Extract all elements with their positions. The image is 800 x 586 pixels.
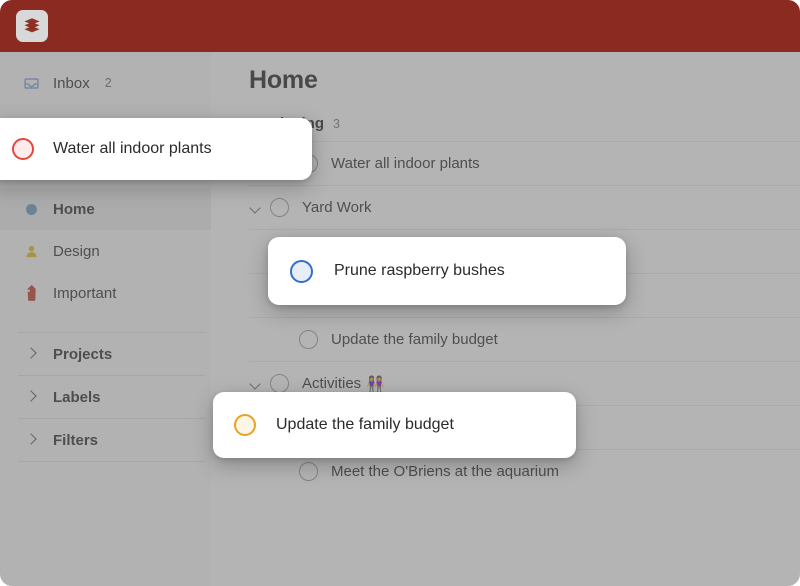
sidebar-item-label: Labels bbox=[53, 388, 101, 406]
chevron-down-icon[interactable] bbox=[249, 201, 263, 215]
highlight-card-prune-raspberry-bushes[interactable]: Prune raspberry bushes bbox=[268, 237, 626, 305]
sidebar-divider bbox=[18, 461, 205, 462]
task-checkbox-circle-icon[interactable] bbox=[270, 374, 289, 393]
sidebar-item-inbox[interactable]: Inbox 2 bbox=[0, 62, 211, 104]
highlight-card-label: Prune raspberry bushes bbox=[334, 262, 505, 279]
sidebar-item-label: Filters bbox=[53, 431, 99, 449]
task-checkbox-circle-icon[interactable] bbox=[299, 462, 318, 481]
page-title: Home bbox=[249, 66, 318, 94]
task-checkbox-circle-icon[interactable] bbox=[290, 259, 313, 283]
highlight-card-label: Water all indoor plants bbox=[53, 140, 212, 157]
section-header-gardening: Gardening 3 bbox=[249, 115, 800, 141]
task-label: Activities bbox=[302, 375, 362, 392]
blue-dot-icon bbox=[22, 200, 40, 218]
sidebar-item-filters[interactable]: Filters bbox=[0, 419, 211, 461]
sidebar-item-label: Projects bbox=[53, 345, 113, 363]
sidebar-item-count: 2 bbox=[104, 76, 112, 90]
task-label: Update the family budget bbox=[331, 331, 498, 348]
highlight-card-water-all-indoor-plants[interactable]: Water all indoor plants bbox=[0, 118, 312, 180]
family-emoji-icon: 👭 bbox=[366, 375, 385, 393]
sidebar-item-labels[interactable]: Labels bbox=[0, 376, 211, 418]
task-checkbox-circle-icon[interactable] bbox=[270, 198, 289, 217]
task-label: Water all indoor plants bbox=[331, 155, 480, 172]
sidebar-item-projects[interactable]: Projects bbox=[0, 333, 211, 375]
person-icon bbox=[22, 242, 40, 260]
sidebar-item-label: Design bbox=[53, 242, 100, 260]
chevron-right-icon[interactable] bbox=[22, 431, 40, 449]
task-row[interactable]: Update the family budget bbox=[249, 317, 800, 361]
tag-icon bbox=[22, 284, 40, 302]
sidebar-item-label: Home bbox=[53, 200, 95, 218]
chevron-down-icon[interactable] bbox=[249, 377, 263, 391]
section-count: 3 bbox=[333, 117, 340, 131]
task-row[interactable]: Water all indoor plants bbox=[249, 141, 800, 185]
task-label: Yard Work bbox=[302, 199, 372, 216]
task-checkbox-circle-icon[interactable] bbox=[299, 330, 318, 349]
task-checkbox-circle-icon[interactable] bbox=[12, 138, 34, 160]
sidebar-item-label: Inbox bbox=[53, 74, 90, 92]
task-row[interactable]: Yard Work bbox=[249, 185, 800, 229]
sidebar-item-label: Important bbox=[53, 284, 117, 302]
highlight-card-update-the-family-budget[interactable]: Update the family budget bbox=[213, 392, 576, 458]
sidebar-item-important[interactable]: Important bbox=[0, 272, 211, 314]
chevron-right-icon[interactable] bbox=[22, 345, 40, 363]
sidebar-item-home[interactable]: Home bbox=[0, 188, 211, 230]
todoist-logo-icon[interactable] bbox=[16, 10, 48, 42]
inbox-icon bbox=[22, 74, 40, 92]
task-label: Meet the O'Briens at the aquarium bbox=[331, 463, 559, 480]
todoist-window: Inbox 2 7 Today bbox=[0, 0, 800, 586]
task-checkbox-circle-icon[interactable] bbox=[234, 414, 256, 436]
app-header-bar bbox=[0, 0, 800, 52]
chevron-right-icon[interactable] bbox=[22, 388, 40, 406]
sidebar-item-design[interactable]: Design bbox=[0, 230, 211, 272]
highlight-card-label: Update the family budget bbox=[276, 416, 454, 433]
